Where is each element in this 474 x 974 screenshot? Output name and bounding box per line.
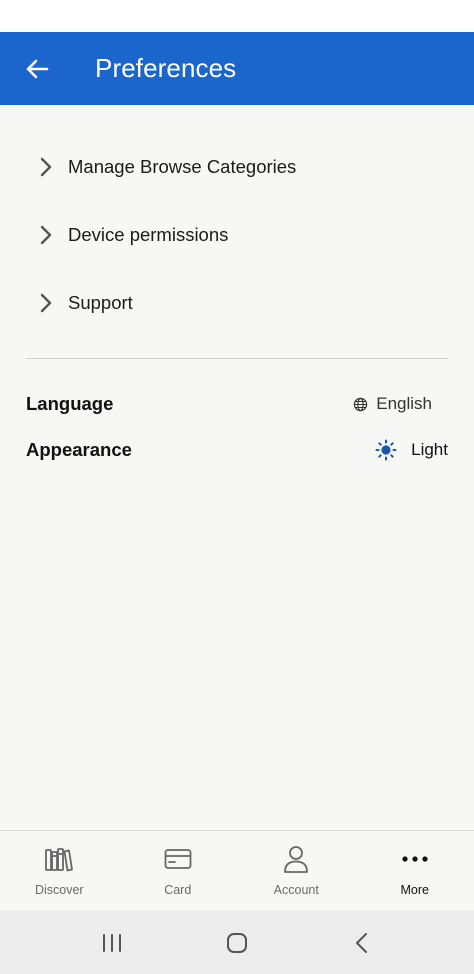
section-divider <box>26 358 448 359</box>
appearance-value[interactable]: Light <box>375 439 448 461</box>
chevron-right-icon <box>35 293 57 313</box>
nav-item-more[interactable]: More <box>356 831 474 911</box>
sun-icon <box>375 439 397 461</box>
menu-item-label: Device permissions <box>68 224 229 245</box>
menu-item-device-permissions[interactable]: Device permissions <box>0 205 474 265</box>
menu-item-manage-browse-categories[interactable]: Manage Browse Categories <box>0 137 474 197</box>
recents-icon <box>103 933 122 952</box>
language-value[interactable]: English <box>353 394 432 414</box>
books-icon <box>44 843 74 875</box>
language-setting[interactable]: Language English <box>26 386 448 422</box>
nav-item-card[interactable]: Card <box>119 831 238 911</box>
appearance-value-text: Light <box>411 440 448 459</box>
bottom-navigation: Discover Card Account More <box>0 830 474 911</box>
app-bar: Preferences <box>0 32 474 105</box>
status-bar <box>0 0 474 32</box>
nav-label: More <box>400 883 429 897</box>
system-back-button[interactable] <box>332 923 392 963</box>
appearance-label: Appearance <box>26 439 132 460</box>
nav-label: Account <box>273 883 319 897</box>
more-dots-icon <box>401 843 429 875</box>
person-icon <box>282 843 310 875</box>
nav-label: Card <box>164 883 192 897</box>
language-value-text: English <box>376 394 432 413</box>
back-button[interactable] <box>0 32 74 105</box>
home-icon <box>226 932 247 953</box>
nav-item-discover[interactable]: Discover <box>0 831 119 911</box>
globe-icon <box>354 397 368 411</box>
card-icon <box>164 843 192 875</box>
chevron-right-icon <box>35 225 57 245</box>
nav-item-account[interactable]: Account <box>237 831 356 911</box>
chevron-right-icon <box>35 157 57 177</box>
system-navigation-bar <box>0 911 474 974</box>
menu-item-label: Support <box>68 292 133 313</box>
menu-item-label: Manage Browse Categories <box>68 156 297 177</box>
page-title: Preferences <box>95 53 237 83</box>
home-button[interactable] <box>207 923 267 963</box>
language-label: Language <box>26 393 114 414</box>
preferences-content: Manage Browse Categories Device permissi… <box>0 105 474 830</box>
nav-label: Discover <box>34 883 84 897</box>
recents-button[interactable] <box>82 923 142 963</box>
appearance-setting[interactable]: Appearance Light <box>26 432 448 468</box>
menu-item-support[interactable]: Support <box>0 273 474 333</box>
arrow-left-icon <box>26 59 48 78</box>
back-icon <box>355 932 367 953</box>
